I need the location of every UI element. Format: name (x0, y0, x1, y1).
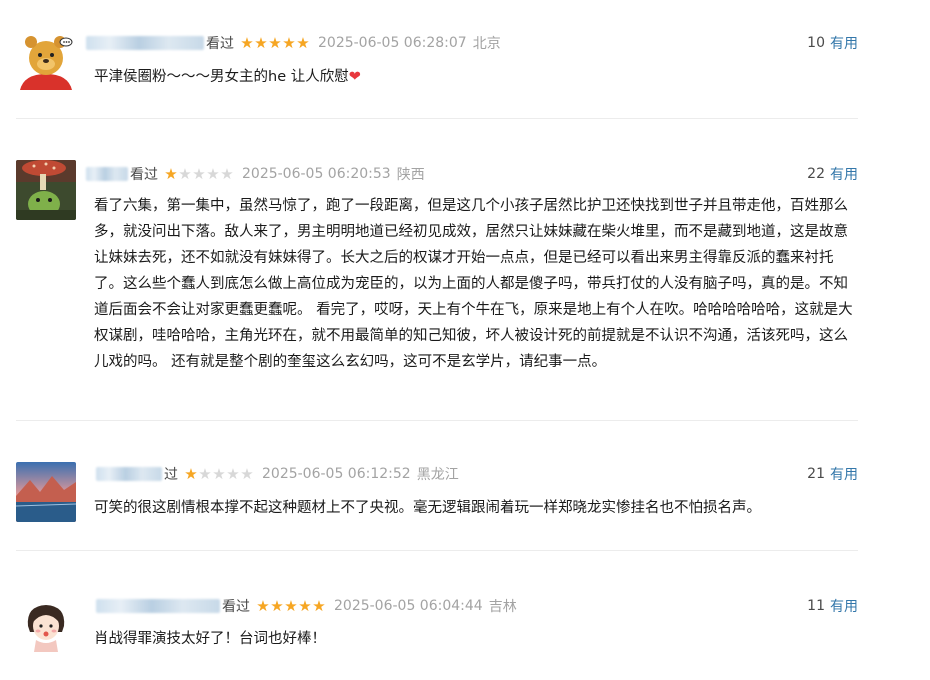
star-icon: ★ (296, 33, 310, 52)
vote-count: 21 (807, 466, 825, 482)
review-time: 2025-06-05 06:28:07 (318, 35, 467, 51)
star-icon: ★ (268, 33, 282, 52)
review-location: 吉林 (488, 599, 517, 615)
vote-area: 22 有用 (807, 163, 858, 185)
review-location: 黑龙江 (416, 467, 459, 483)
username-blurred[interactable] (86, 36, 204, 50)
user-avatar[interactable] (16, 160, 76, 220)
heart-icon: ❤ (348, 69, 361, 85)
review-item: 看过 ★ ★ ★ ★ ★ 2025-06-05 06:20:53 陕西 22 有… (16, 160, 858, 400)
watch-status: 过 (164, 467, 178, 483)
star-icon: ★ (240, 464, 254, 483)
review-item: 过 ★ ★ ★ ★ ★ 2025-06-05 06:12:52 黑龙江 21 有… (16, 462, 858, 532)
review-item: 看过 ★ ★ ★ ★ ★ 2025-06-05 06:28:07 北京 10 有… (16, 28, 858, 98)
review-content: 看了六集，第一集中，虽然马惊了，跑了一段距离，但是这几个小孩子居然比护卫还快找到… (94, 193, 854, 375)
star-icon: ★ (212, 464, 226, 483)
review-time: 2025-06-05 06:12:52 (262, 466, 411, 482)
vote-count: 11 (807, 598, 825, 614)
star-icon: ★ (256, 596, 270, 615)
divider (16, 118, 858, 119)
star-icon: ★ (312, 596, 326, 615)
user-avatar[interactable] (16, 596, 76, 656)
user-avatar[interactable] (16, 30, 76, 90)
star-icon: ★ (270, 596, 284, 615)
review-meta: 过 ★ ★ ★ ★ ★ 2025-06-05 06:12:52 黑龙江 (96, 463, 459, 485)
username-blurred[interactable] (96, 467, 162, 481)
useful-button[interactable]: 有用 (830, 164, 858, 184)
review-time: 2025-06-05 06:04:44 (334, 598, 483, 614)
review-meta: 看过 ★ ★ ★ ★ ★ 2025-06-05 06:20:53 陕西 (86, 163, 425, 185)
star-icon: ★ (164, 164, 178, 183)
review-text: 看了六集，第一集中，虽然马惊了，跑了一段距离，但是这几个小孩子居然比护卫还快找到… (94, 198, 853, 370)
star-icon: ★ (284, 596, 298, 615)
review-item: 看过 ★ ★ ★ ★ ★ 2025-06-05 06:04:44 吉林 11 有… (16, 593, 858, 663)
review-content: 可笑的很这剧情根本撑不起这种题材上不了央视。毫无逻辑跟闹着玩一样郑晓龙实惨挂名也… (94, 495, 854, 521)
useful-button[interactable]: 有用 (830, 596, 858, 616)
star-icon: ★ (282, 33, 296, 52)
rating-stars: ★ ★ ★ ★ ★ (184, 464, 254, 483)
rating-stars: ★ ★ ★ ★ ★ (256, 596, 326, 615)
watch-status: 看过 (206, 36, 234, 52)
review-text: 肖战得罪演技太好了！台词也好棒！ (94, 631, 326, 647)
review-text: 可笑的很这剧情根本撑不起这种题材上不了央视。毫无逻辑跟闹着玩一样郑晓龙实惨挂名也… (94, 500, 761, 516)
star-icon: ★ (298, 596, 312, 615)
username-blurred[interactable] (96, 599, 220, 613)
useful-button[interactable]: 有用 (830, 33, 858, 53)
review-content: 肖战得罪演技太好了！台词也好棒！ (94, 626, 854, 652)
review-time: 2025-06-05 06:20:53 (242, 166, 391, 182)
review-location: 陕西 (396, 167, 425, 183)
user-avatar[interactable] (16, 462, 76, 522)
useful-button[interactable]: 有用 (830, 464, 858, 484)
star-icon: ★ (198, 464, 212, 483)
star-icon: ★ (192, 164, 206, 183)
vote-area: 11 有用 (807, 595, 858, 617)
review-text: 平津侯圈粉～～～男女主的he 让人欣慰 (94, 69, 349, 85)
rating-stars: ★ ★ ★ ★ ★ (240, 33, 310, 52)
divider (16, 550, 858, 551)
vote-area: 21 有用 (807, 463, 858, 485)
vote-count: 10 (807, 35, 825, 51)
star-icon: ★ (254, 33, 268, 52)
vote-count: 22 (807, 166, 825, 182)
vote-area: 10 有用 (807, 32, 858, 54)
divider (16, 420, 858, 421)
star-icon: ★ (226, 464, 240, 483)
star-icon: ★ (178, 164, 192, 183)
watch-status: 看过 (222, 599, 250, 615)
review-meta: 看过 ★ ★ ★ ★ ★ 2025-06-05 06:04:44 吉林 (96, 595, 517, 617)
star-icon: ★ (184, 464, 198, 483)
review-meta: 看过 ★ ★ ★ ★ ★ 2025-06-05 06:28:07 北京 (86, 32, 501, 54)
review-content: 平津侯圈粉～～～男女主的he 让人欣慰❤ (94, 64, 854, 90)
star-icon: ★ (206, 164, 220, 183)
watch-status: 看过 (130, 167, 158, 183)
review-location: 北京 (472, 36, 501, 52)
username-blurred[interactable] (86, 167, 128, 181)
star-icon: ★ (240, 33, 254, 52)
rating-stars: ★ ★ ★ ★ ★ (164, 164, 234, 183)
star-icon: ★ (220, 164, 234, 183)
